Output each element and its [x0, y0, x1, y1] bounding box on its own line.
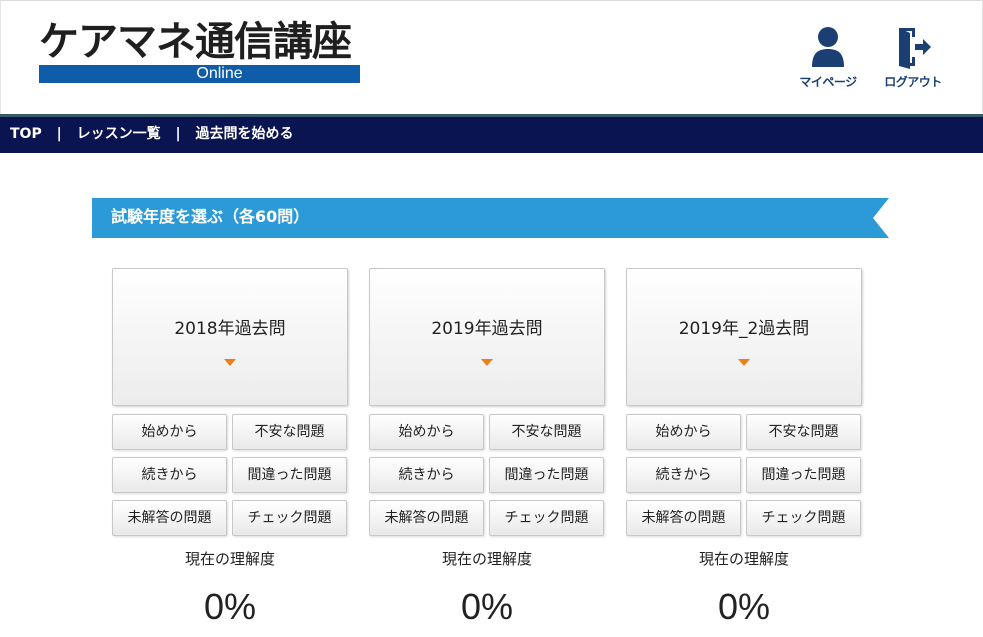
understanding-value: 0%	[717, 586, 771, 627]
section-ribbon: 試験年度を選ぶ（各60問）	[92, 198, 889, 238]
understanding-label: 現在の理解度	[698, 550, 789, 568]
year-column-2018: 2018年過去問 始めから 不安な問題 続きから 間違った問題 未解答の問題 チ…	[112, 268, 348, 637]
site-logo[interactable]: ケアマネ通信講座 Online	[39, 19, 360, 83]
wrong-questions-button[interactable]: 間違った問題	[489, 457, 604, 493]
checked-questions-button[interactable]: チェック問題	[489, 500, 604, 536]
section-title: 試験年度を選ぶ（各60問）	[111, 207, 310, 226]
user-icon	[812, 27, 844, 67]
start-from-beginning-button[interactable]: 始めから	[369, 414, 484, 450]
logo-title: ケアマネ通信講座	[39, 19, 352, 65]
logout-button[interactable]: ログアウト	[877, 25, 949, 91]
caret-down-icon	[224, 359, 236, 366]
wrong-questions-button[interactable]: 間違った問題	[232, 457, 347, 493]
logout-door-icon	[899, 28, 931, 69]
uncertain-questions-button[interactable]: 不安な問題	[489, 414, 604, 450]
start-from-beginning-button[interactable]: 始めから	[112, 414, 227, 450]
nav-item-past-exams[interactable]: 過去問を始める	[195, 126, 293, 142]
caret-down-icon	[738, 359, 750, 366]
breadcrumb: TOP | レッスン一覧 | 過去問を始める	[0, 117, 983, 153]
start-from-beginning-button[interactable]: 始めから	[626, 414, 741, 450]
year-card-2018[interactable]: 2018年過去問	[112, 268, 348, 406]
understanding-value: 0%	[203, 586, 257, 627]
nav-separator: |	[175, 126, 181, 142]
year-title: 2018年過去問	[174, 319, 286, 339]
uncertain-questions-button[interactable]: 不安な問題	[232, 414, 347, 450]
nav-item-lessons[interactable]: レッスン一覧	[77, 126, 161, 142]
unanswered-questions-button[interactable]: 未解答の問題	[369, 500, 484, 536]
understanding-label: 現在の理解度	[441, 550, 532, 568]
continue-button[interactable]: 続きから	[112, 457, 227, 493]
site-header: ケアマネ通信講座 Online マイページ ログアウト	[0, 0, 983, 114]
nav-item-top[interactable]: TOP	[10, 126, 42, 142]
checked-questions-button[interactable]: チェック問題	[746, 500, 861, 536]
uncertain-questions-button[interactable]: 不安な問題	[746, 414, 861, 450]
logo-subtitle: Online	[39, 65, 360, 83]
year-card-2019[interactable]: 2019年過去問	[369, 268, 605, 406]
year-title: 2019年_2過去問	[678, 319, 810, 339]
year-title: 2019年過去問	[431, 319, 543, 339]
unanswered-questions-button[interactable]: 未解答の問題	[112, 500, 227, 536]
continue-button[interactable]: 続きから	[626, 457, 741, 493]
year-column-2019-2: 2019年_2過去問 始めから 不安な問題 続きから 間違った問題 未解答の問題…	[626, 268, 862, 637]
year-card-2019-2[interactable]: 2019年_2過去問	[626, 268, 862, 406]
caret-down-icon	[481, 359, 493, 366]
checked-questions-button[interactable]: チェック問題	[232, 500, 347, 536]
nav-separator: |	[56, 126, 62, 142]
logout-label: ログアウト	[884, 75, 942, 89]
unanswered-questions-button[interactable]: 未解答の問題	[626, 500, 741, 536]
mypage-label: マイページ	[799, 75, 857, 89]
understanding-value: 0%	[460, 586, 514, 627]
wrong-questions-button[interactable]: 間違った問題	[746, 457, 861, 493]
year-column-2019: 2019年過去問 始めから 不安な問題 続きから 間違った問題 未解答の問題 チ…	[369, 268, 605, 637]
continue-button[interactable]: 続きから	[369, 457, 484, 493]
mypage-button[interactable]: マイページ	[792, 25, 864, 91]
understanding-label: 現在の理解度	[184, 550, 275, 568]
